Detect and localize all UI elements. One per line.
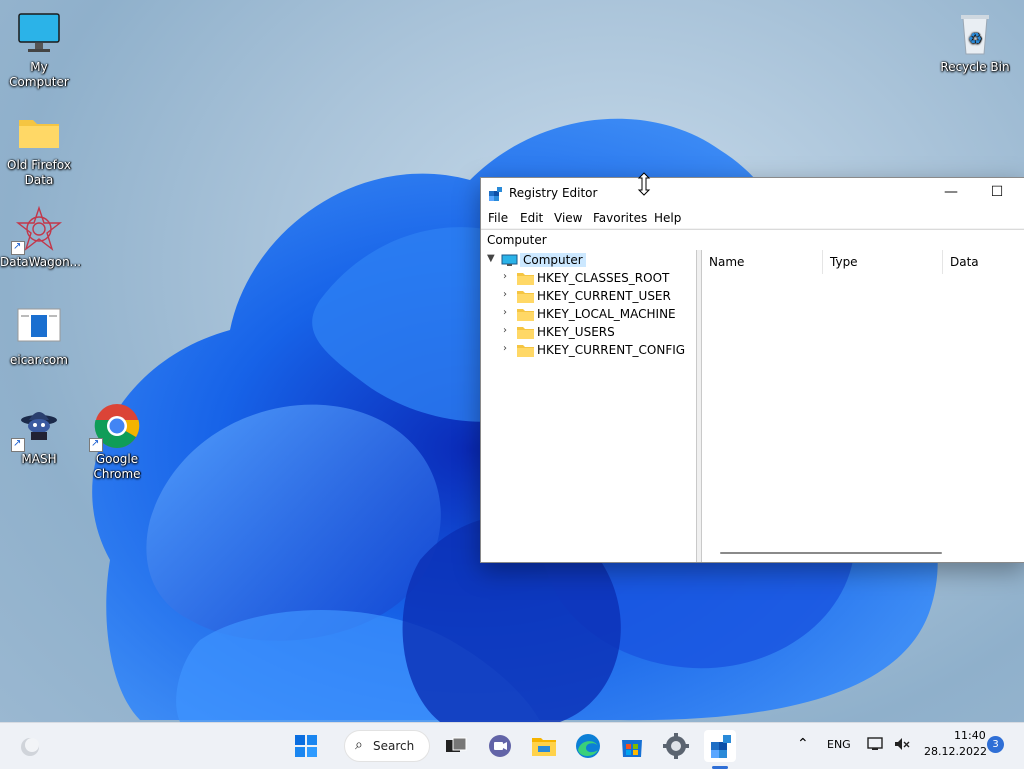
folder-icon (517, 308, 534, 321)
language-indicator[interactable]: ENG (827, 738, 851, 751)
tree-item-label: HKEY_CLASSES_ROOT (537, 271, 670, 285)
shortcut-arrow-icon (11, 239, 25, 255)
recycle-bin-icon: ♻ (951, 10, 999, 58)
taskbar: ⌕ Search ⌃ ENG 11:40 28.12.2022 3 (0, 722, 1024, 769)
tree-item-label: HKEY_USERS (537, 325, 615, 339)
search-icon: ⌕ (355, 737, 363, 753)
tree-item-label: HKEY_CURRENT_USER (537, 289, 671, 303)
desktop-icon-label: Recycle Bin (940, 60, 1010, 74)
resize-vertical-cursor-icon (637, 172, 651, 196)
window-title: Registry Editor (509, 186, 598, 200)
desktop-icon-recycle-bin[interactable]: ♻ Recycle Bin (936, 10, 1014, 75)
registry-editor-taskbar-icon[interactable] (704, 730, 736, 762)
desktop-icon-mash[interactable]: MASH (0, 402, 78, 467)
microsoft-store-icon[interactable] (616, 730, 648, 762)
menu-help[interactable]: Help (654, 211, 681, 225)
desktop-icon-label: My Computer (9, 60, 69, 89)
column-header-name[interactable]: Name (702, 250, 823, 274)
tree-item-label: Computer (520, 253, 586, 267)
desktop-icon-old-firefox-data[interactable]: Old Firefox Data (0, 108, 78, 188)
menu-edit[interactable]: Edit (520, 211, 543, 225)
chevron-right-icon[interactable]: › (503, 343, 515, 354)
tree-pane[interactable]: ▼ Computer › HKEY_CLASSES_ROOT › HKEY_CU… (481, 250, 697, 562)
desktop-icon-my-computer[interactable]: My Computer (0, 10, 78, 90)
chevron-down-icon[interactable]: ▼ (487, 253, 499, 264)
svg-text:♻: ♻ (968, 29, 982, 48)
registry-editor-window[interactable]: Registry Editor — ☐ File Edit View Favor… (480, 177, 1024, 563)
weather-widget-icon[interactable] (14, 730, 46, 762)
desktop-icon-google-chrome[interactable]: Google Chrome (78, 402, 156, 482)
search-label: Search (373, 739, 415, 753)
menu-bar: File Edit View Favorites Help (481, 208, 1024, 228)
desktop-icon-label: eicar.com (10, 353, 68, 367)
chevron-up-icon[interactable]: ⌃ (797, 736, 809, 752)
tree-item-hkey-classes-root[interactable]: › HKEY_CLASSES_ROOT (503, 270, 693, 288)
clock-time[interactable]: 11:40 (954, 729, 986, 742)
chat-teams-icon[interactable] (484, 730, 516, 762)
network-icon[interactable] (866, 734, 886, 754)
monitor-icon (15, 10, 63, 58)
chevron-right-icon[interactable]: › (503, 307, 515, 318)
horizontal-scrollbar[interactable] (720, 552, 942, 554)
address-path: Computer (487, 233, 547, 247)
desktop-icon-label: Old Firefox Data (7, 158, 71, 187)
column-header-data[interactable]: Data (943, 250, 1024, 274)
desktop-icon-label: Google Chrome (93, 452, 141, 481)
folder-icon (517, 290, 534, 303)
task-view-button[interactable] (440, 730, 472, 762)
desktop-icon-datawagon[interactable]: DataWagon... (0, 205, 82, 270)
tree-item-hkey-current-config[interactable]: › HKEY_CURRENT_CONFIG (503, 342, 693, 360)
desktop-icon-label: MASH (21, 452, 57, 466)
chevron-right-icon[interactable]: › (503, 289, 515, 300)
folder-icon (15, 108, 63, 156)
column-header-type[interactable]: Type (823, 250, 943, 274)
tree-item-label: HKEY_LOCAL_MACHINE (537, 307, 676, 321)
volume-muted-icon[interactable] (892, 734, 912, 754)
chevron-right-icon[interactable]: › (503, 271, 515, 282)
tree-item-hkey-current-user[interactable]: › HKEY_CURRENT_USER (503, 288, 693, 306)
edge-browser-icon[interactable] (572, 730, 604, 762)
shortcut-arrow-icon (11, 436, 25, 452)
folder-icon (517, 272, 534, 285)
chrome-icon (89, 402, 141, 452)
desktop-icon-label: DataWagon... (0, 255, 82, 269)
folder-icon (517, 344, 534, 357)
minimize-button[interactable]: — (928, 178, 974, 208)
taskbar-search-button[interactable]: ⌕ Search (344, 730, 430, 762)
title-bar[interactable]: Registry Editor — ☐ (481, 178, 1024, 208)
chevron-right-icon[interactable]: › (503, 325, 515, 336)
start-button[interactable] (290, 730, 322, 762)
address-bar[interactable]: Computer (481, 229, 1024, 251)
folder-icon (517, 326, 534, 339)
regedit-app-icon (488, 186, 504, 202)
values-list-pane[interactable]: Name Type Data (702, 250, 1024, 562)
computer-icon (501, 254, 518, 267)
tree-item-hkey-local-machine[interactable]: › HKEY_LOCAL_MACHINE (503, 306, 693, 324)
maximize-button[interactable]: ☐ (974, 178, 1020, 208)
datawagon-icon (11, 205, 63, 255)
shortcut-arrow-icon (89, 436, 103, 452)
document-icon (15, 303, 63, 351)
menu-file[interactable]: File (488, 211, 508, 225)
file-explorer-icon[interactable] (528, 730, 560, 762)
mash-icon (11, 402, 63, 452)
menu-favorites[interactable]: Favorites (593, 211, 647, 225)
tree-item-label: HKEY_CURRENT_CONFIG (537, 343, 686, 357)
desktop-icon-eicar[interactable]: eicar.com (0, 303, 78, 368)
settings-gear-icon[interactable] (660, 730, 692, 762)
menu-view[interactable]: View (554, 211, 582, 225)
tree-item-computer[interactable]: ▼ Computer (487, 252, 587, 270)
tree-item-hkey-users[interactable]: › HKEY_USERS (503, 324, 693, 342)
clock-date[interactable]: 28.12.2022 (924, 745, 987, 758)
notification-badge[interactable]: 3 (987, 736, 1004, 753)
